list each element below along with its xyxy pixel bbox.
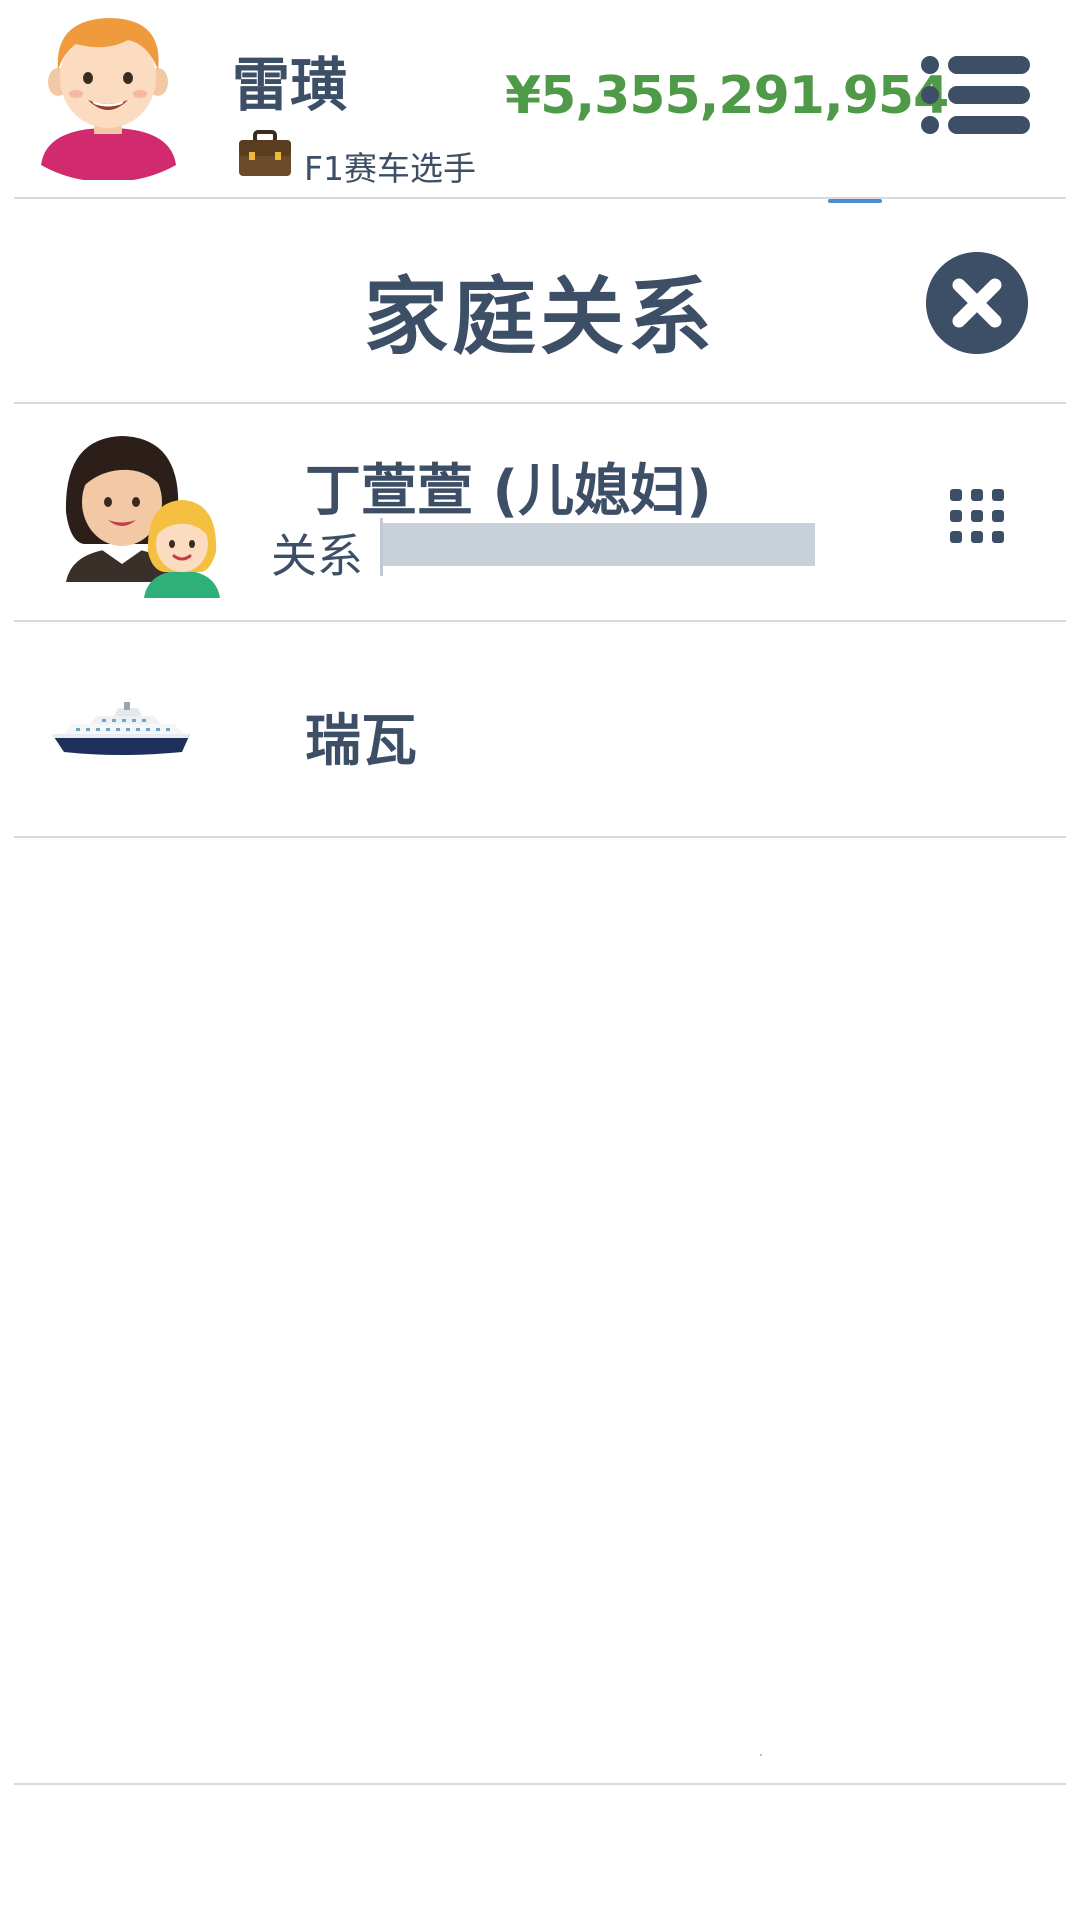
cruise-ship-icon xyxy=(52,702,190,755)
artifact-dot xyxy=(760,1754,762,1756)
relation-level-bar xyxy=(383,523,815,566)
money-balance: ¥5,355,291,954 xyxy=(505,66,949,126)
list-divider xyxy=(14,836,1066,838)
relation-label: 关系 xyxy=(271,529,363,583)
mother-daughter-avatar-icon xyxy=(65,436,220,598)
list-divider xyxy=(14,620,1066,622)
user-name: 雷璜 xyxy=(232,51,349,119)
profile-header: 雷璜 F1赛车选手 ¥5,355,291,954 xyxy=(0,0,1080,197)
job-label: F1赛车选手 xyxy=(304,149,476,188)
close-icon[interactable] xyxy=(926,252,1028,354)
male-avatar-icon[interactable] xyxy=(36,10,181,180)
grid-menu-icon[interactable] xyxy=(950,489,1004,543)
list-menu-icon[interactable] xyxy=(920,55,1032,135)
relation-name: 瑞瓦 xyxy=(305,709,417,774)
title-divider xyxy=(14,402,1066,404)
page-title: 家庭关系 xyxy=(363,268,716,366)
scroll-indicator xyxy=(828,199,882,203)
bottom-divider xyxy=(14,1783,1066,1785)
header-divider xyxy=(14,197,1066,199)
briefcase-icon xyxy=(239,130,291,176)
relation-name: 丁萱萱 (儿媳妇) xyxy=(305,459,712,524)
